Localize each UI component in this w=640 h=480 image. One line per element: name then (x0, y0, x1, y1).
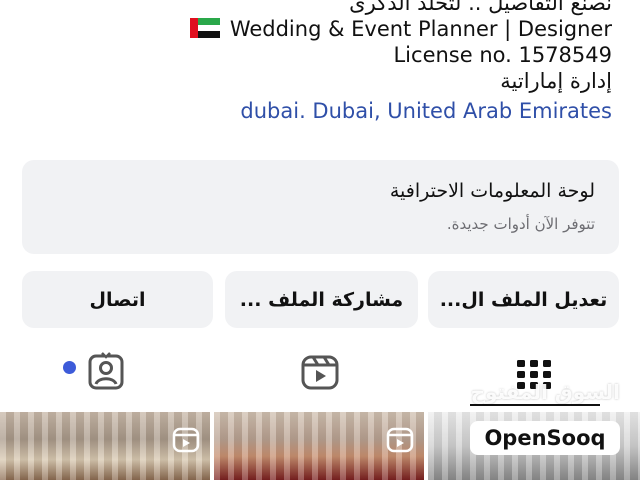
tagged-icon[interactable] (85, 350, 127, 392)
edit-profile-button[interactable]: تعديل الملف ال... (428, 271, 619, 328)
reel-badge-icon (172, 427, 200, 453)
opensooq-watermark-arabic: السوق المفتوح (470, 380, 620, 404)
reels-icon[interactable] (299, 350, 341, 392)
uae-flag-icon (189, 18, 220, 38)
bio-title-line: Wedding & Event Planner | Designer (12, 16, 612, 42)
post-thumbnail[interactable] (0, 412, 210, 480)
profile-bio: نصنع التفاصيل .. لتخلد الذكرى Wedding & … (12, 0, 612, 124)
professional-dashboard-card[interactable]: لوحة المعلومات الاحترافية تتوفر الآن أدو… (22, 160, 619, 374)
share-profile-button[interactable]: مشاركة الملف ... (225, 271, 418, 328)
bio-license: License no. 1578549 (393, 43, 612, 67)
bio-title-text: Wedding & Event Planner | Designer (229, 17, 612, 41)
contact-button[interactable]: اتصال (22, 271, 213, 328)
bio-tagline: نصنع التفاصيل .. لتخلد الذكرى (349, 0, 612, 15)
selected-tab-indicator (470, 404, 600, 406)
opensooq-logo: OpenSooq (470, 421, 620, 455)
dashboard-subtitle: تتوفر الآن أدوات جديدة. (446, 215, 595, 233)
bio-admin: إدارة إماراتية (500, 69, 612, 93)
profile-location-link[interactable]: dubai. Dubai, United Arab Emirates (12, 98, 612, 124)
dashboard-title: لوحة المعلومات الاحترافية (389, 180, 595, 202)
post-thumbnail[interactable] (214, 412, 424, 480)
reel-badge-icon (386, 427, 414, 453)
